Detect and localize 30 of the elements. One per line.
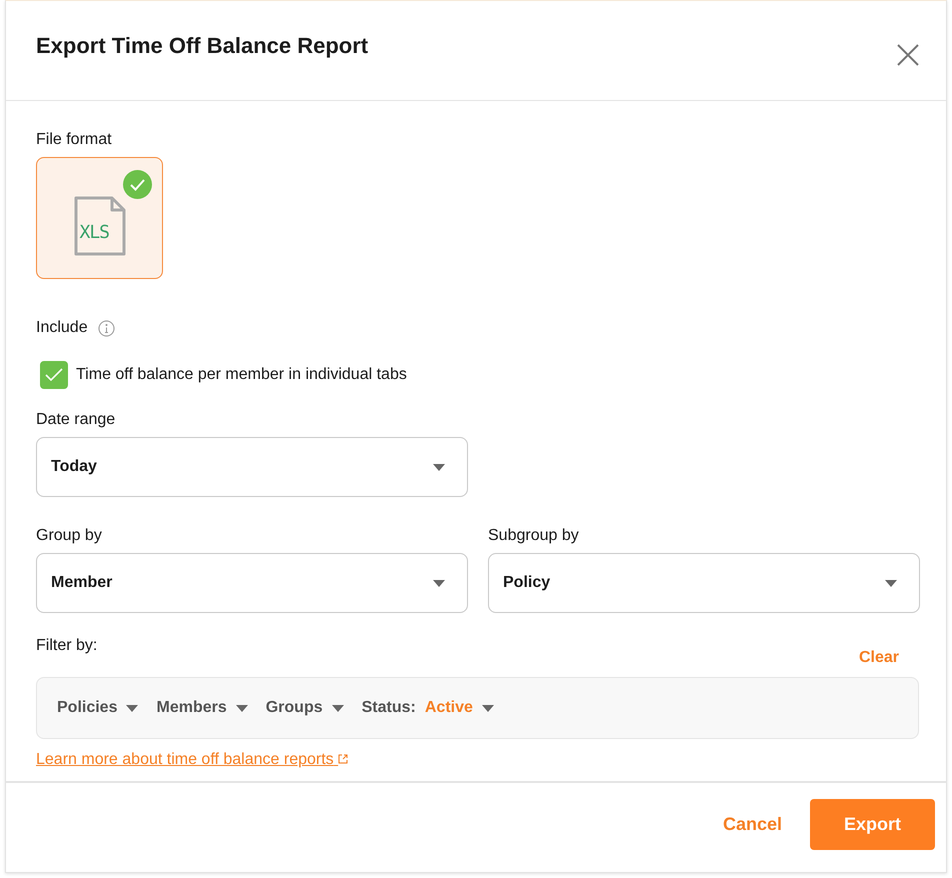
caret-icon bbox=[126, 704, 138, 712]
filter-dropdown[interactable]: Status: Active bbox=[362, 699, 494, 717]
field-label: Date range bbox=[36, 411, 116, 429]
file-icon bbox=[74, 196, 126, 256]
caret-icon bbox=[482, 704, 494, 712]
checkbox-label: Time off balance per member in individual tabs bbox=[76, 366, 407, 384]
external-link-icon bbox=[338, 754, 348, 764]
group-by-dropdown[interactable]: Member bbox=[36, 553, 468, 613]
field-label: Group by bbox=[36, 527, 103, 545]
caret-icon bbox=[332, 704, 344, 712]
check-icon bbox=[123, 170, 152, 199]
subgroup-by-dropdown[interactable]: Policy bbox=[488, 553, 920, 613]
dialog-title: Export Time Off Balance Report bbox=[36, 33, 368, 59]
close-button[interactable] bbox=[896, 43, 920, 67]
field-label: Subgroup by bbox=[488, 527, 580, 545]
field-label: Include bbox=[36, 319, 88, 337]
caret-icon bbox=[236, 704, 248, 712]
file-type-label: XLS bbox=[80, 222, 110, 243]
caret-icon bbox=[885, 580, 897, 586]
info-icon[interactable] bbox=[98, 320, 115, 336]
filter-dropdown[interactable]: Members bbox=[156, 699, 248, 717]
filter-dropdown[interactable]: Policies bbox=[57, 699, 138, 717]
checkbox[interactable] bbox=[40, 361, 68, 389]
filter-dropdown[interactable]: Groups bbox=[266, 699, 344, 717]
field-label: File format bbox=[36, 131, 113, 149]
check-icon bbox=[45, 368, 63, 382]
caret-icon bbox=[433, 580, 445, 586]
field-label: Filter by: bbox=[36, 637, 98, 655]
date-range-dropdown[interactable]: Today bbox=[36, 437, 468, 497]
caret-icon bbox=[433, 464, 445, 470]
